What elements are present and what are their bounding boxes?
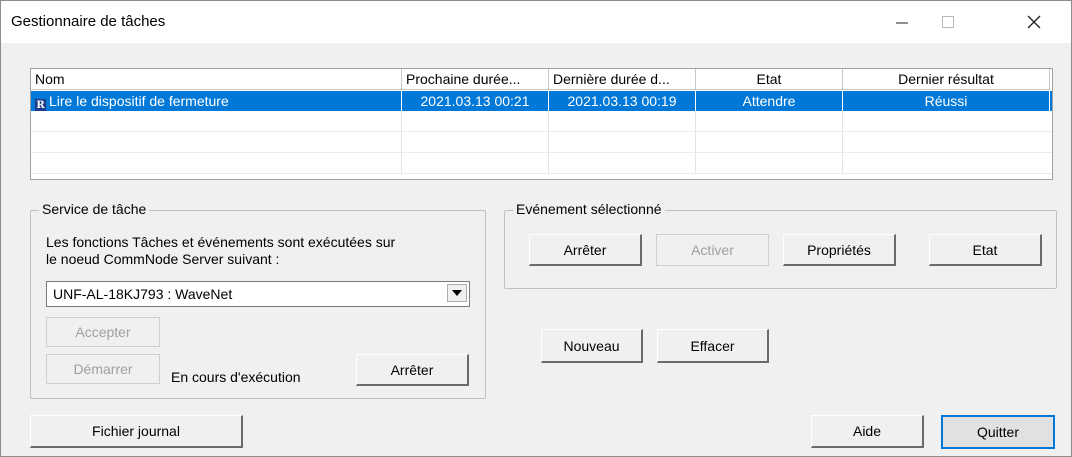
task-state-cell: Attendre [696,91,843,111]
close-button[interactable] [1011,1,1057,43]
server-select[interactable]: UNF-AL-18KJ793 : WaveNet [46,281,470,307]
service-stop-button[interactable]: Arrêter [356,354,469,386]
table-row-empty [31,111,1052,132]
service-description-line1: Les fonctions Tâches et événements sont … [46,234,396,250]
help-button[interactable]: Aide [811,415,924,448]
maximize-icon [942,16,954,28]
start-button[interactable]: Démarrer [46,354,160,384]
event-stop-button[interactable]: Arrêter [529,234,642,266]
column-header-last[interactable]: Dernière durée d... [549,69,696,90]
event-group-title: Evénement sélectionné [513,201,665,217]
task-manager-window: Gestionnaire de tâches Nom Prochaine dur… [0,0,1072,457]
delete-button[interactable]: Effacer [657,329,769,363]
activate-button[interactable]: Activer [656,234,769,266]
window-title: Gestionnaire de tâches [11,13,166,30]
column-header-result[interactable]: Dernier résultat [843,69,1050,90]
task-name: Lire le dispositif de fermeture [49,93,229,109]
service-status-text: En cours d'exécution [171,369,301,385]
maximize-button [925,1,971,43]
table-row[interactable]: R Lire le dispositif de fermeture 2021.03… [31,91,1052,111]
minimize-button[interactable] [879,1,925,43]
server-select-value: UNF-AL-18KJ793 : WaveNet [53,286,233,302]
service-group-title: Service de tâche [39,201,150,217]
service-description-line2: le noeud CommNode Server suivant : [46,251,280,267]
column-header-state[interactable]: Etat [696,69,843,90]
task-list-header: Nom Prochaine durée... Dernière durée d.… [31,69,1052,91]
task-next-cell: 2021.03.13 00:21 [402,91,549,111]
new-button[interactable]: Nouveau [541,329,643,363]
log-file-button[interactable]: Fichier journal [30,415,243,448]
accept-button[interactable]: Accepter [46,317,160,347]
task-result-cell: Réussi [843,91,1050,111]
properties-button[interactable]: Propriétés [783,234,896,266]
state-button[interactable]: Etat [929,234,1042,266]
task-list[interactable]: Nom Prochaine durée... Dernière durée d.… [30,68,1053,180]
column-header-next[interactable]: Prochaine durée... [402,69,549,90]
minimize-icon [896,22,908,24]
title-bar: Gestionnaire de tâches [1,1,1071,43]
quit-button[interactable]: Quitter [941,415,1055,449]
table-row-empty [31,153,1052,174]
task-icon: R [35,99,46,111]
close-icon [1027,15,1041,29]
dropdown-arrow-icon[interactable] [447,284,467,302]
task-name-cell: R Lire le dispositif de fermeture [31,91,402,111]
task-last-cell: 2021.03.13 00:19 [549,91,696,111]
column-header-name[interactable]: Nom [31,69,402,90]
table-row-empty [31,132,1052,153]
